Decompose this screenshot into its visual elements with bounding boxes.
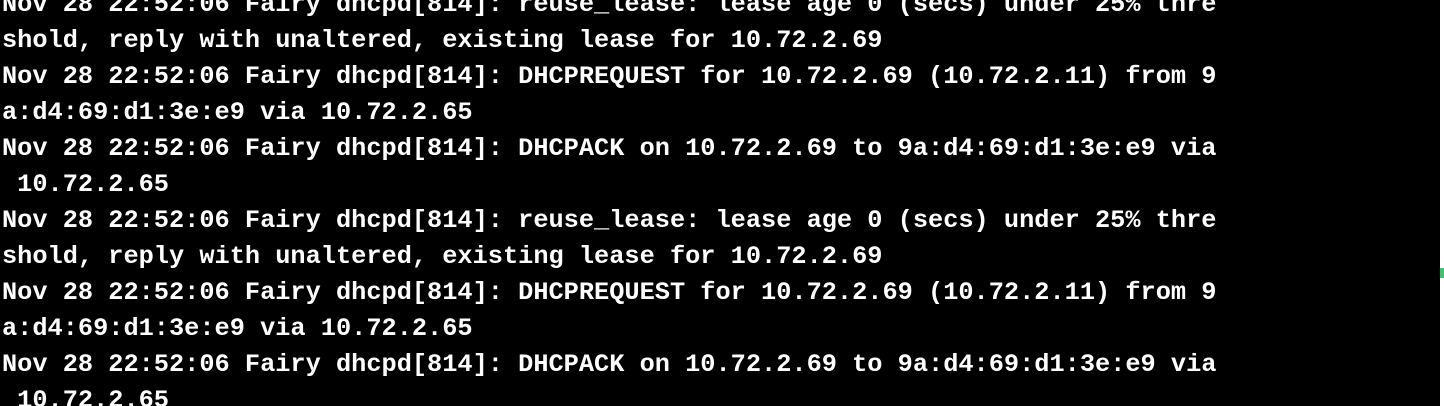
log-line: Nov 28 22:52:06 Fairy dhcpd[814]: DHCPRE… bbox=[2, 278, 1217, 307]
window-right-edge bbox=[1440, 0, 1444, 406]
log-line: 10.72.2.65 bbox=[2, 386, 169, 406]
log-line: Nov 28 22:52:06 Fairy dhcpd[814]: reuse_… bbox=[2, 0, 1217, 19]
log-line: 10.72.2.65 bbox=[2, 170, 169, 199]
log-line: Nov 28 22:52:06 Fairy dhcpd[814]: reuse_… bbox=[2, 206, 1217, 235]
log-line: a:d4:69:d1:3e:e9 via 10.72.2.65 bbox=[2, 314, 473, 343]
scroll-marker bbox=[1440, 268, 1444, 278]
log-line: a:d4:69:d1:3e:e9 via 10.72.2.65 bbox=[2, 98, 473, 127]
log-line: shold, reply with unaltered, existing le… bbox=[2, 242, 883, 271]
log-line: Nov 28 22:52:06 Fairy dhcpd[814]: DHCPAC… bbox=[2, 350, 1217, 379]
terminal-output[interactable]: Nov 28 22:52:06 Fairy dhcpd[814]: reuse_… bbox=[0, 0, 1444, 406]
log-line: shold, reply with unaltered, existing le… bbox=[2, 26, 883, 55]
log-line: Nov 28 22:52:06 Fairy dhcpd[814]: DHCPRE… bbox=[2, 62, 1217, 91]
log-line: Nov 28 22:52:06 Fairy dhcpd[814]: DHCPAC… bbox=[2, 134, 1217, 163]
